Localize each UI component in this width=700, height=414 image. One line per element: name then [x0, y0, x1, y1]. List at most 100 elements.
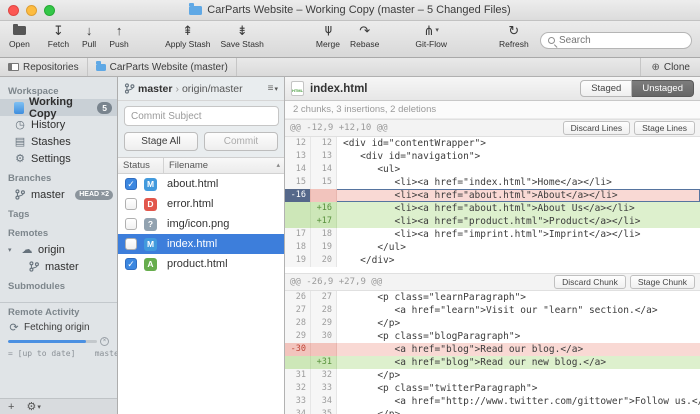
stage-button[interactable]: Stage Chunk [630, 275, 695, 289]
apply-stash-button[interactable]: ⇞ Apply Stash [160, 23, 215, 49]
staged-tab[interactable]: Staged [580, 80, 632, 97]
discard-button[interactable]: Discard Chunk [554, 275, 626, 289]
diff-line[interactable]: 2930 <p class="blogParagraph"> [285, 330, 700, 343]
stage-all-button[interactable]: Stage All [124, 132, 198, 151]
branches-section-title: Branches [0, 167, 117, 186]
filename-column-header[interactable]: Filename ▴ [164, 158, 284, 173]
diff-filename: index.html [310, 83, 368, 95]
push-button[interactable]: ↑ Push [104, 23, 134, 49]
file-status-badge: A [144, 258, 157, 271]
diff-line[interactable]: 3233 <p class="twitterParagraph"> [285, 382, 700, 395]
diff-line[interactable]: 3334 <a href="http://www.twitter.com/git… [285, 395, 700, 408]
diff-line[interactable]: 1515 <li><a href="index.html">Home</a></… [285, 176, 700, 189]
diff-line[interactable]: 2728 <a href="learn">Visit our "learn" s… [285, 304, 700, 317]
diff-header: HTML index.html Staged Unstaged [285, 77, 700, 101]
discard-button[interactable]: Discard Lines [563, 121, 631, 135]
merge-button[interactable]: ⋔ Merge [311, 23, 345, 49]
file-name: error.html [167, 198, 213, 210]
branch-icon [28, 261, 40, 272]
code-text: </p> [337, 408, 400, 414]
status-column-header[interactable]: Status [118, 158, 164, 173]
diff-line[interactable]: 1414 <ul> [285, 163, 700, 176]
new-line-number: 20 [311, 254, 337, 267]
diff-line[interactable]: 1819 </ul> [285, 241, 700, 254]
commit-button[interactable]: Commit [204, 132, 278, 151]
diff-line[interactable]: +16 <li><a href="about.html">About Us</a… [285, 202, 700, 215]
diff-line[interactable]: -16 <li><a href="about.html">About</a></… [285, 189, 700, 202]
unstaged-tab[interactable]: Unstaged [632, 80, 694, 97]
file-row[interactable]: ✓Aproduct.html [118, 254, 284, 274]
clone-button[interactable]: ⊕ Clone [640, 58, 700, 76]
code-text: <li><a href="imprint.html">Imprint</a></… [337, 228, 640, 241]
diff-line[interactable]: +31 <a href="blog">Read our new blog.</a… [285, 356, 700, 369]
activity-detail: = [up to date] master... [0, 349, 117, 358]
add-button[interactable]: + [8, 401, 14, 413]
repositories-button[interactable]: Repositories [0, 58, 88, 76]
close-button[interactable] [8, 5, 19, 16]
stage-checkbox[interactable]: ✓ [125, 178, 137, 190]
minimize-button[interactable] [26, 5, 37, 16]
gitflow-button[interactable]: ⋔▾ Git-Flow [410, 23, 452, 49]
diff-line[interactable]: 1313 <div id="navigation"> [285, 150, 700, 163]
window-controls [8, 5, 55, 16]
file-status-badge: D [144, 198, 157, 211]
fetch-button[interactable]: ↧ Fetch [43, 23, 74, 49]
diff-line[interactable]: 2627 <p class="learnParagraph"> [285, 291, 700, 304]
sidebar-item-remote-origin[interactable]: ▾ ☁ origin [0, 241, 117, 258]
new-line-number: 12 [311, 137, 337, 150]
stage-button[interactable]: Stage Lines [634, 121, 695, 135]
search-field[interactable] [540, 32, 692, 49]
old-line-number: 27 [285, 304, 311, 317]
diff-line[interactable]: 2829 </p> [285, 317, 700, 330]
stage-checkbox[interactable]: ✓ [125, 258, 137, 270]
new-line-number: 28 [311, 304, 337, 317]
refresh-icon: ↻ [508, 23, 519, 38]
save-stash-icon: ⇟ [237, 23, 248, 38]
new-line-number: 13 [311, 150, 337, 163]
disclosure-triangle-icon[interactable]: ▾ [8, 246, 16, 254]
diff-line[interactable]: 3132 </p> [285, 369, 700, 382]
stage-checkbox[interactable] [125, 198, 137, 210]
diff-line[interactable]: -30 <a href="blog">Read our blog.</a> [285, 343, 700, 356]
pull-icon: ↓ [86, 23, 93, 38]
file-row[interactable]: ✓Mabout.html [118, 174, 284, 194]
stage-checkbox[interactable] [125, 238, 137, 250]
view-options-button[interactable]: ≡ ▾ [268, 83, 278, 94]
sidebar-item-working-copy[interactable]: Working Copy 5 [0, 99, 117, 116]
menu-icon: ≡ [268, 83, 274, 94]
refresh-button[interactable]: ↻ Refresh [494, 23, 534, 49]
sidebar-item-branch-master[interactable]: master HEAD ×2 [0, 186, 117, 203]
sidebar-item-history[interactable]: ◷ History [0, 116, 117, 133]
commit-subject-input[interactable] [124, 106, 279, 126]
current-repo-tab[interactable]: CarParts Website (master) [88, 58, 237, 76]
gitflow-icon: ⋔ [423, 23, 434, 38]
open-button[interactable]: Open [4, 23, 35, 49]
diff-line[interactable]: 1920 </div> [285, 254, 700, 267]
new-line-number [311, 343, 337, 356]
zoom-button[interactable] [44, 5, 55, 16]
diff-line[interactable]: 3435 </p> [285, 408, 700, 414]
new-line-number: 29 [311, 317, 337, 330]
old-line-number: 31 [285, 369, 311, 382]
sidebar-item-settings[interactable]: ⚙ Settings [0, 150, 117, 167]
old-line-number [285, 215, 311, 228]
file-row[interactable]: Derror.html [118, 194, 284, 214]
action-gear-button[interactable]: ⚙ ▾ [26, 400, 40, 413]
sidebar-item-remote-master[interactable]: master [0, 258, 117, 275]
save-stash-button[interactable]: ⇟ Save Stash [215, 23, 268, 49]
file-list: ✓Mabout.htmlDerror.html?img/icon.pngMind… [118, 174, 284, 274]
stage-checkbox[interactable] [125, 218, 137, 230]
pull-button[interactable]: ↓ Pull [74, 23, 104, 49]
new-line-number: +17 [311, 215, 337, 228]
diff-line[interactable]: +17 <li><a href="product.html">Product</… [285, 215, 700, 228]
old-line-number [285, 356, 311, 369]
diff-line[interactable]: 1212<div id="contentWrapper"> [285, 137, 700, 150]
rebase-button[interactable]: ↷ Rebase [345, 23, 384, 49]
file-row[interactable]: ?img/icon.png [118, 214, 284, 234]
stop-fetch-button[interactable]: × [100, 337, 109, 346]
file-row[interactable]: Mindex.html [118, 234, 284, 254]
title-bar: CarParts Website – Working Copy (master … [0, 0, 700, 21]
search-input[interactable] [559, 35, 684, 46]
sidebar-item-stashes[interactable]: ▤ Stashes [0, 133, 117, 150]
diff-line[interactable]: 1718 <li><a href="imprint.html">Imprint<… [285, 228, 700, 241]
